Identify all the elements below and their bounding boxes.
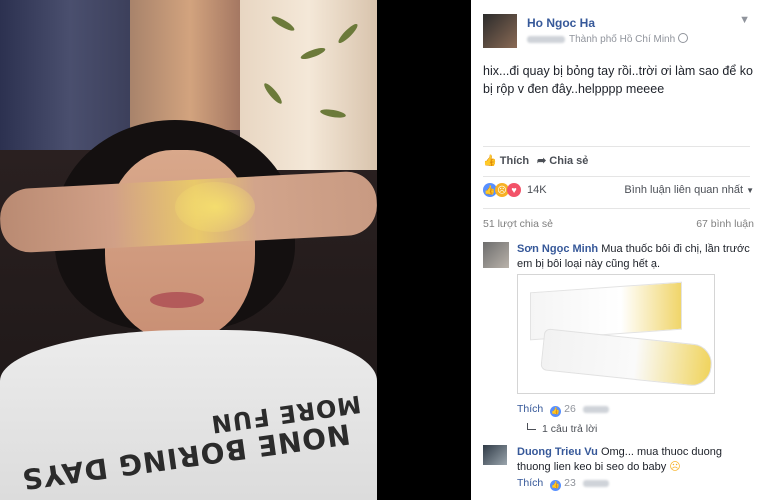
commenter-avatar[interactable] <box>483 242 509 268</box>
like-reaction-icon: 👍 <box>550 406 562 417</box>
post-text: hix...đi quay bị bỏng tay rồi..trời ơi l… <box>483 64 753 96</box>
shares-count[interactable]: 51 lượt chia sẻ <box>483 218 553 230</box>
sad-emoji-icon: ☹ <box>669 461 681 473</box>
comment-like-button[interactable]: Thích <box>517 403 543 415</box>
curtain-blue <box>0 0 140 150</box>
share-button[interactable]: ➦ Chia sẻ <box>537 154 588 167</box>
post-location[interactable]: Thành phố Hồ Chí Minh <box>569 34 675 45</box>
like-button[interactable]: 👍 Thích <box>483 154 529 167</box>
post-panel: Ho Ngoc Ha Thành phố Hồ Chí Minh ▼ hix..… <box>471 0 760 500</box>
blurred-timestamp <box>582 405 609 413</box>
blurred-timestamp <box>527 35 565 43</box>
divider <box>483 146 750 147</box>
reactions-row: 👍 ☹ ♥ 14K Bình luận liên quan nhất ▼ <box>483 182 754 200</box>
globe-icon <box>678 33 689 43</box>
chevron-down-icon: ▼ <box>746 186 754 195</box>
comment-sort-dropdown[interactable]: Bình luận liên quan nhất ▼ <box>624 184 754 196</box>
comments-count[interactable]: 67 bình luận <box>696 218 754 230</box>
love-reaction-icon[interactable]: ♥ <box>507 183 521 197</box>
share-label: Chia sẻ <box>549 155 589 167</box>
comment-like-count[interactable]: 23 <box>564 477 576 489</box>
comment-like-button[interactable]: Thích <box>517 477 543 489</box>
like-reaction-icon: 👍 <box>550 480 562 491</box>
post-meta: Thành phố Hồ Chí Minh <box>527 33 689 45</box>
reaction-count[interactable]: 14K <box>527 184 547 196</box>
sort-label: Bình luận liên quan nhất <box>624 184 744 196</box>
curtain-floral <box>240 0 377 170</box>
like-label: Thích <box>499 155 530 167</box>
like-icon: 👍 <box>483 155 497 167</box>
counts-row: 51 lượt chia sẻ 67 bình luận <box>483 218 754 230</box>
post-photo[interactable]: NONE BORING DAYS MORE FUN <box>0 0 377 500</box>
post-header: Ho Ngoc Ha Thành phố Hồ Chí Minh ▼ <box>483 14 750 50</box>
comment-body: Duong Trieu Vu Omg... mua thuoc duong th… <box>517 445 757 475</box>
author-name[interactable]: Ho Ngoc Ha <box>527 16 595 30</box>
commenter-name[interactable]: Duong Trieu Vu <box>517 446 598 458</box>
lips <box>150 292 204 308</box>
curtain-pink <box>130 0 250 130</box>
blurred-timestamp <box>582 479 609 487</box>
divider <box>483 208 750 209</box>
share-icon: ➦ <box>537 155 547 167</box>
divider <box>483 176 750 177</box>
comment-image[interactable] <box>517 274 715 394</box>
ointment-tube <box>540 328 714 388</box>
comment-like-count[interactable]: 26 <box>564 403 576 415</box>
commenter-name[interactable]: Sơn Ngọc Minh <box>517 243 598 255</box>
comment-body: Sơn Ngọc Minh Mua thuốc bôi đi chị, lần … <box>517 242 757 272</box>
photo-viewer: NONE BORING DAYS MORE FUN <box>0 0 471 500</box>
burn-mark <box>175 182 255 232</box>
author-avatar[interactable] <box>483 14 517 48</box>
commenter-avatar[interactable] <box>483 445 507 465</box>
chevron-down-icon[interactable]: ▼ <box>739 14 750 26</box>
reply-arrow-icon <box>527 423 536 430</box>
replies-count[interactable]: 1 câu trả lời <box>542 423 597 435</box>
